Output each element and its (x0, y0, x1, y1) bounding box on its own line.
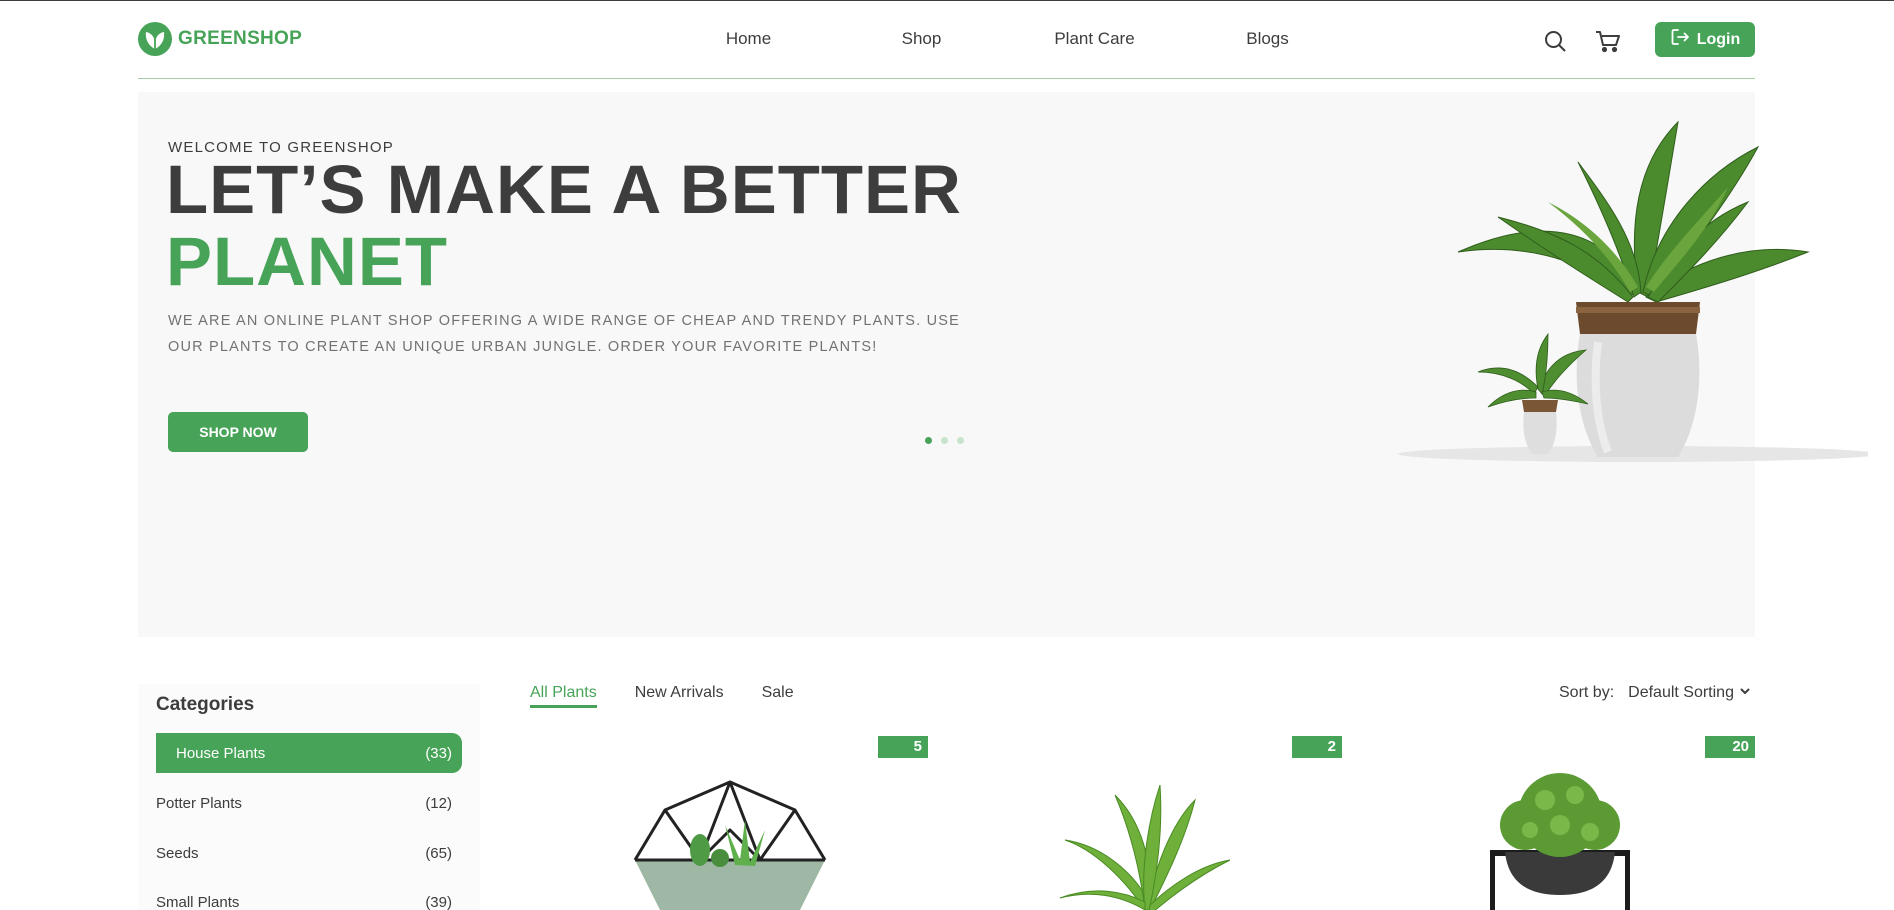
category-item-small-plants[interactable]: Small Plants (39) (156, 882, 462, 910)
category-item-house-plants[interactable]: House Plants (33) (156, 733, 462, 773)
hero-headline-accent: PLANET (166, 223, 448, 300)
categories-panel: Categories House Plants (33) Potter Plan… (138, 684, 480, 910)
product-badge: 2 (1292, 736, 1342, 758)
shop-now-button[interactable]: SHOP NOW (168, 412, 308, 452)
product-tabs: All Plants New Arrivals Sale (530, 684, 794, 708)
hero-banner: WELCOME TO GREENSHOP LET’S MAKE A BETTER… (138, 92, 1868, 637)
product-image-fern[interactable] (1045, 770, 1245, 910)
tab-sale[interactable]: Sale (762, 684, 794, 708)
category-name: Potter Plants (156, 794, 242, 812)
nav-home[interactable]: Home (662, 29, 835, 49)
sort-control: Sort by: Default Sorting (1559, 684, 1751, 702)
category-count: (33) (425, 744, 452, 762)
tab-new-arrivals[interactable]: New Arrivals (635, 684, 724, 708)
slider-dot[interactable] (925, 437, 932, 444)
category-item-potter-plants[interactable]: Potter Plants (12) (156, 783, 462, 823)
category-count: (39) (425, 893, 452, 910)
sort-label: Sort by: (1559, 684, 1615, 701)
nav-plant-care[interactable]: Plant Care (1008, 29, 1181, 49)
search-icon[interactable] (1543, 29, 1567, 53)
slider-dot[interactable] (941, 437, 948, 444)
category-name: Seeds (156, 844, 199, 862)
cart-icon[interactable] (1595, 29, 1620, 53)
category-count: (65) (425, 844, 452, 862)
product-image-terrarium[interactable] (625, 770, 835, 910)
slider-dots (925, 437, 964, 444)
logout-icon (1670, 27, 1690, 52)
logo[interactable]: GREENSHOP (138, 22, 302, 56)
slider-dot[interactable] (957, 437, 964, 444)
hero-description: WE ARE AN ONLINE PLANT SHOP OFFERING A W… (168, 313, 961, 355)
nav-shop[interactable]: Shop (835, 29, 1008, 49)
product-image-potted-shrub[interactable] (1460, 770, 1660, 910)
hero-plant-image (1398, 120, 1868, 462)
sort-select[interactable]: Default Sorting (1628, 684, 1751, 702)
categories-title: Categories (156, 694, 255, 715)
category-count: (12) (425, 794, 452, 812)
category-name: House Plants (176, 744, 266, 762)
login-label: Login (1696, 30, 1741, 48)
hero-headline: LET’S MAKE A BETTER (166, 151, 962, 228)
category-item-seeds[interactable]: Seeds (65) (156, 833, 462, 873)
sort-value: Default Sorting (1628, 684, 1734, 701)
product-badge: 20 (1705, 736, 1755, 758)
logo-text: GREENSHOP (178, 28, 303, 49)
nav-blogs[interactable]: Blogs (1181, 29, 1354, 49)
category-name: Small Plants (156, 893, 240, 910)
main-nav: Home Shop Plant Care Blogs (662, 29, 1354, 49)
product-badge: 5 (878, 736, 928, 758)
tab-all-plants[interactable]: All Plants (530, 684, 597, 708)
login-button[interactable]: Login (1655, 22, 1755, 57)
site-header: GREENSHOP Home Shop Plant Care Blogs Log… (138, 1, 1755, 79)
chevron-down-icon (1739, 684, 1751, 702)
leaf-logo-icon (138, 22, 172, 56)
